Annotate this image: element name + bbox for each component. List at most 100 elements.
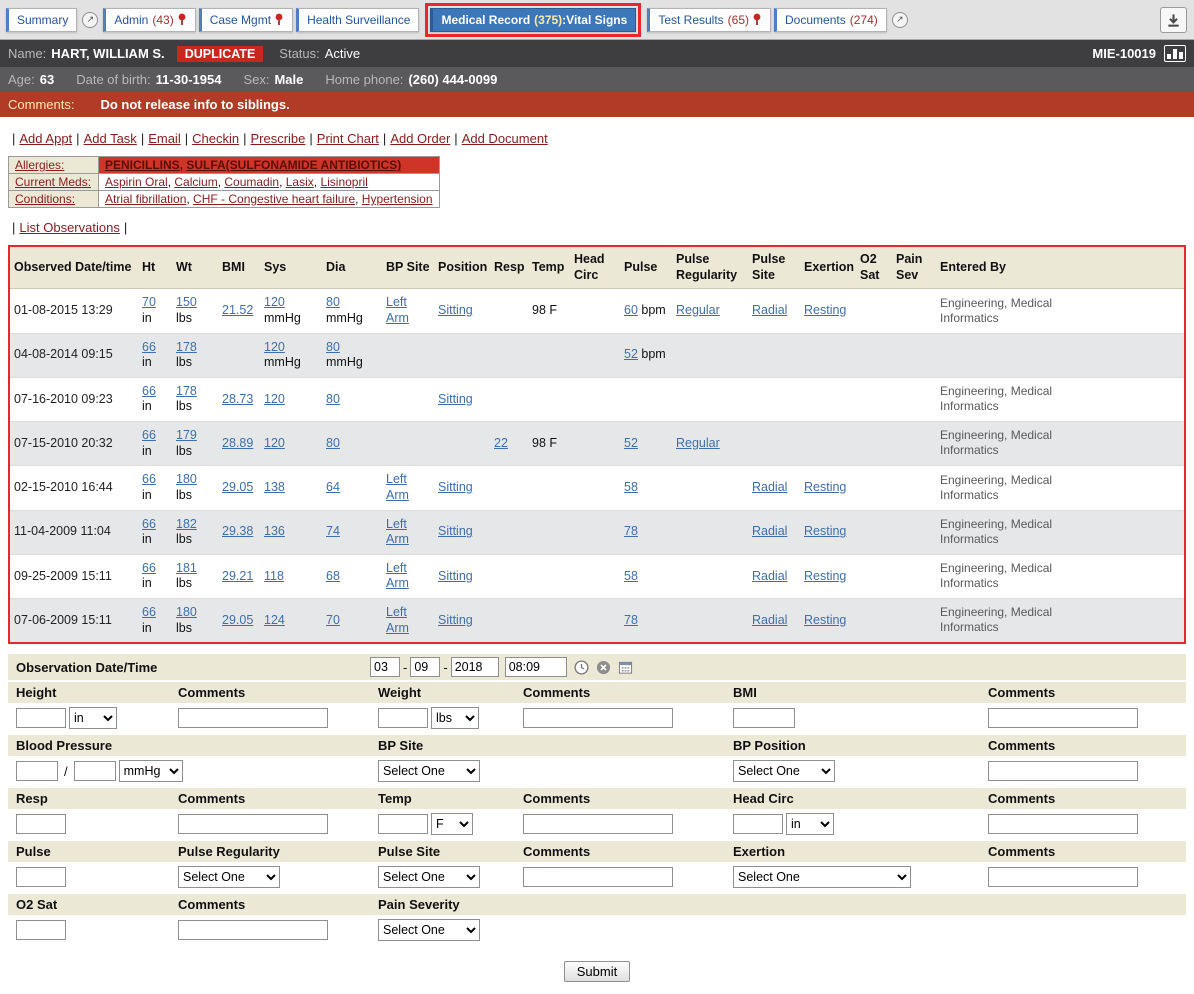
vital-value-link[interactable]: 58 bbox=[624, 569, 638, 583]
vital-value-link[interactable]: 66 bbox=[142, 561, 156, 575]
action-link-add-appt[interactable]: Add Appt bbox=[19, 131, 72, 146]
temp-input[interactable] bbox=[378, 814, 428, 834]
vital-value-link[interactable]: 80 bbox=[326, 392, 340, 406]
o2-sat-input[interactable] bbox=[16, 920, 66, 940]
duplicate-badge[interactable]: DUPLICATE bbox=[177, 46, 264, 62]
vital-value-link[interactable]: 52 bbox=[624, 347, 638, 361]
action-link-print-chart[interactable]: Print Chart bbox=[317, 131, 379, 146]
hypertension-link[interactable]: Hypertension bbox=[362, 192, 433, 206]
vital-value-link[interactable]: 66 bbox=[142, 517, 156, 531]
flowsheet-chart-icon[interactable] bbox=[1164, 45, 1186, 62]
vital-value-link[interactable]: 29.05 bbox=[222, 613, 253, 627]
vital-value-link[interactable]: Resting bbox=[804, 524, 846, 538]
temp-comments-input[interactable] bbox=[523, 814, 673, 834]
tab-case-mgmt[interactable]: Case Mgmt bbox=[199, 8, 293, 32]
vital-value-link[interactable]: 66 bbox=[142, 428, 156, 442]
pulse-input[interactable] bbox=[16, 867, 66, 887]
temp-unit-select[interactable]: F bbox=[431, 813, 473, 835]
penicillins-link[interactable]: PENICILLINS bbox=[105, 158, 180, 172]
resp-input[interactable] bbox=[16, 814, 66, 834]
chf-congestive-heart-failure-link[interactable]: CHF - Congestive heart failure bbox=[193, 192, 355, 206]
allergies-label-link[interactable]: Allergies: bbox=[15, 158, 64, 172]
vital-value-link[interactable]: 124 bbox=[264, 613, 285, 627]
coumadin-link[interactable]: Coumadin bbox=[224, 175, 279, 189]
vital-value-link[interactable]: Resting bbox=[804, 613, 846, 627]
vital-value-link[interactable]: 21.52 bbox=[222, 303, 253, 317]
vital-value-link[interactable]: Radial bbox=[752, 613, 787, 627]
action-link-email[interactable]: Email bbox=[148, 131, 181, 146]
pulse-site-select[interactable]: Select One bbox=[378, 866, 480, 888]
bp-diastolic-input[interactable] bbox=[74, 761, 116, 781]
action-link-checkin[interactable]: Checkin bbox=[192, 131, 239, 146]
pulse-regularity-select[interactable]: Select One bbox=[178, 866, 280, 888]
vital-value-link[interactable]: 78 bbox=[624, 524, 638, 538]
vital-value-link[interactable]: 66 bbox=[142, 605, 156, 619]
tab-summary[interactable]: Summary bbox=[6, 8, 77, 32]
bmi-input[interactable] bbox=[733, 708, 795, 728]
aspirin-oral-link[interactable]: Aspirin Oral bbox=[105, 175, 168, 189]
vital-value-link[interactable]: 29.05 bbox=[222, 480, 253, 494]
vital-value-link[interactable]: 22 bbox=[494, 436, 508, 450]
vital-value-link[interactable]: 178 bbox=[176, 384, 197, 398]
vital-value-link[interactable]: Resting bbox=[804, 569, 846, 583]
vital-value-link[interactable]: Left Arm bbox=[386, 295, 409, 325]
vital-value-link[interactable]: 118 bbox=[264, 569, 284, 583]
vital-value-link[interactable]: 179 bbox=[176, 428, 197, 442]
height-comments-input[interactable] bbox=[178, 708, 328, 728]
vital-value-link[interactable]: 182 bbox=[176, 517, 197, 531]
vital-value-link[interactable]: 68 bbox=[326, 569, 340, 583]
vital-value-link[interactable]: Left Arm bbox=[386, 605, 409, 635]
date-year-input[interactable] bbox=[451, 657, 499, 677]
vital-value-link[interactable]: 66 bbox=[142, 472, 156, 486]
current-meds-label-link[interactable]: Current Meds: bbox=[15, 175, 91, 189]
action-link-add-task[interactable]: Add Task bbox=[84, 131, 137, 146]
vital-value-link[interactable]: 64 bbox=[326, 480, 340, 494]
clock-icon[interactable] bbox=[574, 660, 589, 675]
weight-comments-input[interactable] bbox=[523, 708, 673, 728]
vital-value-link[interactable]: 74 bbox=[326, 524, 340, 538]
exertion-comments-input[interactable] bbox=[988, 867, 1138, 887]
head-circ-comments-input[interactable] bbox=[988, 814, 1138, 834]
pain-severity-select[interactable]: Select One bbox=[378, 919, 480, 941]
height-input[interactable] bbox=[16, 708, 66, 728]
vital-value-link[interactable]: 120 bbox=[264, 436, 285, 450]
external-link-icon[interactable]: ↗ bbox=[892, 12, 908, 28]
vital-value-link[interactable]: 58 bbox=[624, 480, 638, 494]
vital-value-link[interactable]: 70 bbox=[142, 295, 156, 309]
date-day-input[interactable] bbox=[410, 657, 440, 677]
vital-value-link[interactable]: 150 bbox=[176, 295, 197, 309]
vital-value-link[interactable]: Left Arm bbox=[386, 561, 409, 591]
vital-value-link[interactable]: Left Arm bbox=[386, 472, 409, 502]
vital-value-link[interactable]: Regular bbox=[676, 436, 720, 450]
vital-value-link[interactable]: Left Arm bbox=[386, 517, 409, 547]
vital-value-link[interactable]: 28.89 bbox=[222, 436, 253, 450]
vital-value-link[interactable]: Radial bbox=[752, 480, 787, 494]
head-circ-input[interactable] bbox=[733, 814, 783, 834]
bp-position-select[interactable]: Select One bbox=[733, 760, 835, 782]
list-observations-link[interactable]: List Observations bbox=[19, 220, 119, 235]
vital-value-link[interactable]: 28.73 bbox=[222, 392, 253, 406]
vital-value-link[interactable]: 180 bbox=[176, 472, 197, 486]
vital-value-link[interactable]: 178 bbox=[176, 340, 197, 354]
tab-documents[interactable]: Documents(274) bbox=[774, 8, 887, 32]
vital-value-link[interactable]: Radial bbox=[752, 303, 787, 317]
bmi-comments-input[interactable] bbox=[988, 708, 1138, 728]
atrial-fibrillation-link[interactable]: Atrial fibrillation bbox=[105, 192, 186, 206]
height-unit-select[interactable]: in bbox=[69, 707, 117, 729]
vital-value-link[interactable]: 52 bbox=[624, 436, 638, 450]
vital-value-link[interactable]: Sitting bbox=[438, 303, 473, 317]
weight-input[interactable] bbox=[378, 708, 428, 728]
tab-admin[interactable]: Admin(43) bbox=[103, 8, 195, 32]
vital-value-link[interactable]: Sitting bbox=[438, 392, 473, 406]
vital-value-link[interactable]: Sitting bbox=[438, 613, 473, 627]
vital-value-link[interactable]: Sitting bbox=[438, 480, 473, 494]
bp-systolic-input[interactable] bbox=[16, 761, 58, 781]
vital-value-link[interactable]: Radial bbox=[752, 524, 787, 538]
head-circ-unit-select[interactable]: in bbox=[786, 813, 834, 835]
vital-value-link[interactable]: 29.21 bbox=[222, 569, 253, 583]
sulfa-sulfonamide-antibiotics-link[interactable]: SULFA(SULFONAMIDE ANTIBIOTICS) bbox=[186, 158, 401, 172]
vital-value-link[interactable]: 80 bbox=[326, 340, 340, 354]
vital-value-link[interactable]: Resting bbox=[804, 303, 846, 317]
vital-value-link[interactable]: 80 bbox=[326, 295, 340, 309]
external-link-icon[interactable]: ↗ bbox=[82, 12, 98, 28]
